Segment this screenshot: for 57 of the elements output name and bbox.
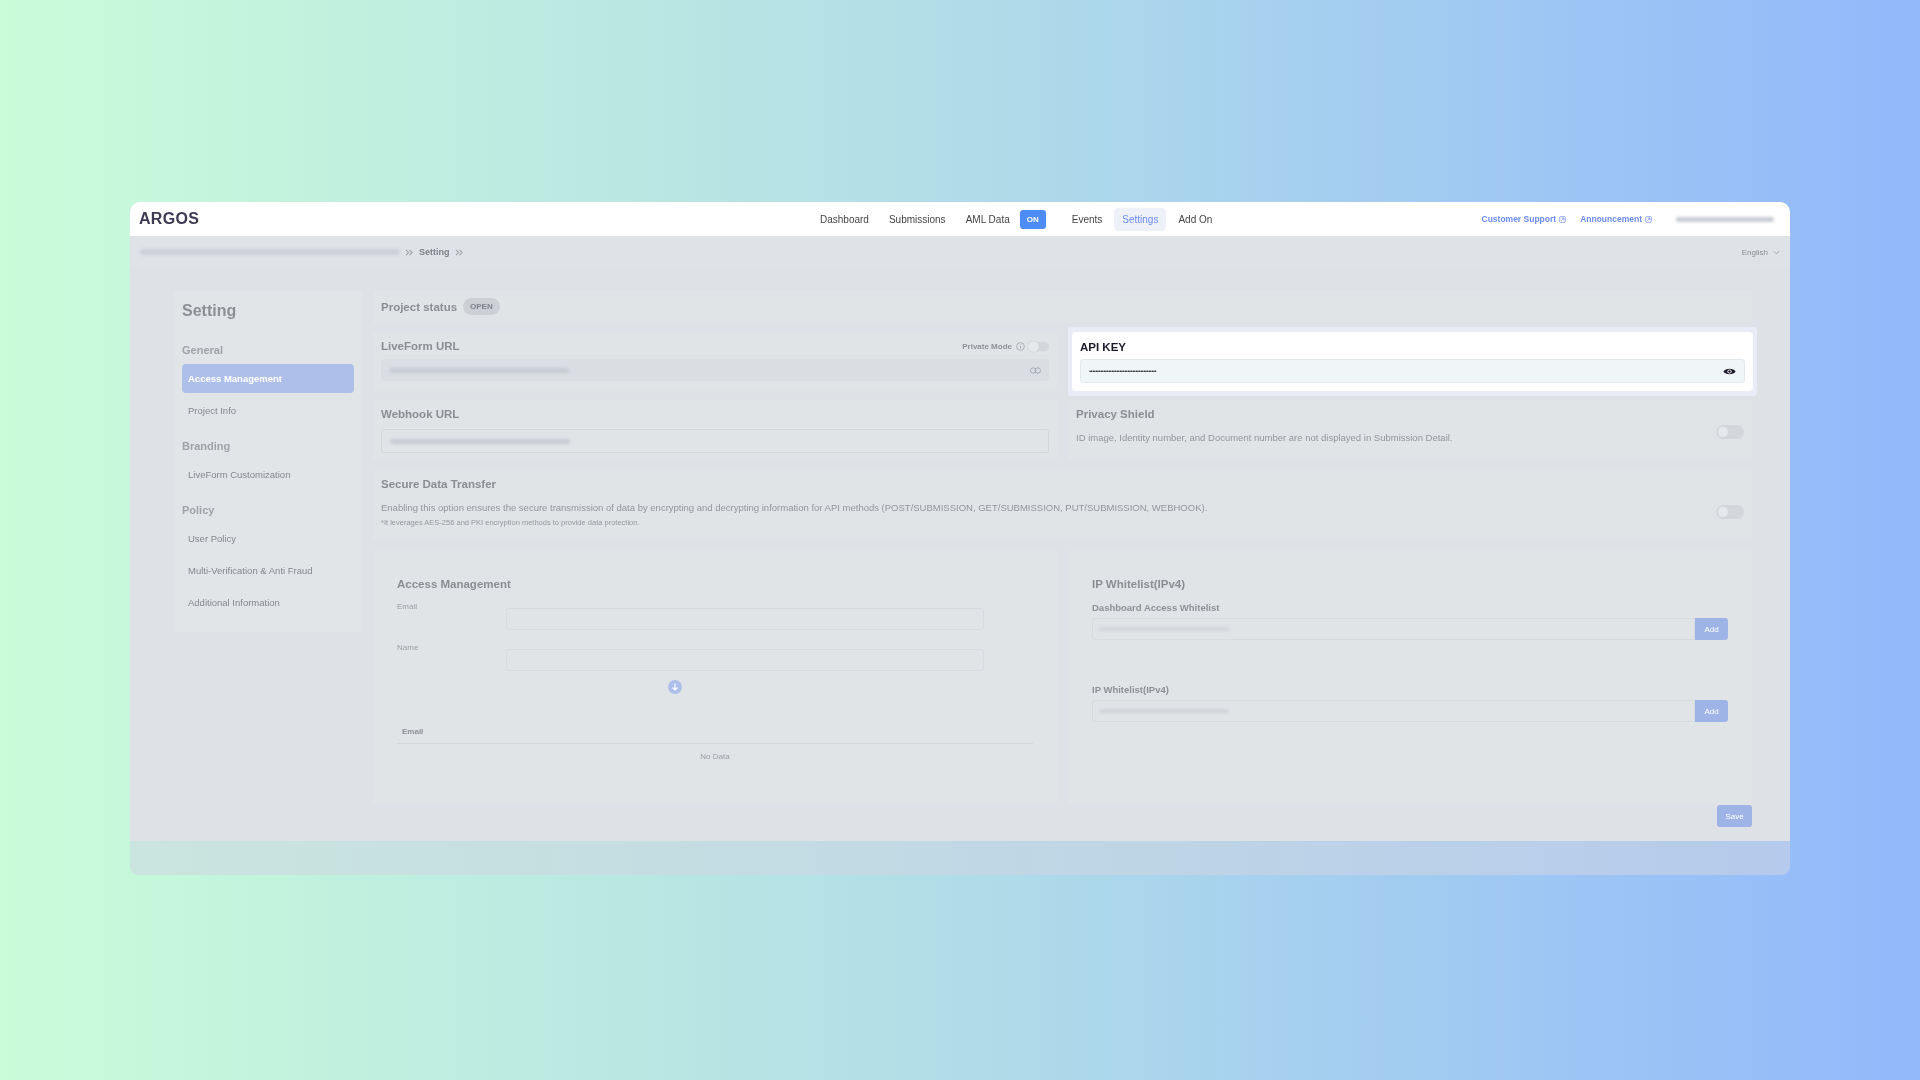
sidebar-item[interactable]: Project Info bbox=[182, 396, 354, 425]
nav-tab[interactable]: Dashboard bbox=[812, 207, 877, 231]
nav-tab[interactable]: Events bbox=[1063, 207, 1111, 231]
logo[interactable]: ARGOS bbox=[139, 210, 200, 228]
save-button[interactable]: Save bbox=[1717, 805, 1752, 827]
nav-tab[interactable]: Submissions bbox=[880, 207, 954, 231]
empty-message: No Data bbox=[700, 752, 730, 761]
card-title: Project status bbox=[381, 300, 458, 313]
field-label: Email bbox=[397, 602, 418, 611]
status-badge: ON bbox=[1019, 209, 1046, 229]
field-label: Name bbox=[397, 643, 420, 652]
card-title: Privacy Shield bbox=[1076, 408, 1156, 420]
panel-title: Access Management bbox=[397, 578, 512, 590]
sidebar-group-label: General bbox=[182, 344, 223, 356]
header-link[interactable]: Customer Support bbox=[1481, 214, 1567, 224]
sidebar-item[interactable]: LiveForm Customization bbox=[182, 460, 354, 489]
sidebar-group-label: Policy bbox=[182, 504, 215, 516]
link-icon[interactable] bbox=[1030, 366, 1041, 374]
nav-tab[interactable]: Settings bbox=[1114, 207, 1167, 231]
arrow-down-icon[interactable] bbox=[668, 680, 682, 694]
private-mode-toggle[interactable] bbox=[1029, 341, 1049, 351]
card-title: API KEY bbox=[1080, 341, 1127, 353]
field-label: Dashboard Access Whitelist bbox=[1092, 602, 1221, 613]
chevron-icon bbox=[454, 248, 464, 256]
caret-icon bbox=[1773, 249, 1780, 255]
field-label: IP Whitelist(IPv4) bbox=[1092, 684, 1170, 695]
private-mode-label: Private Mode bbox=[962, 341, 1012, 351]
url-field[interactable] bbox=[381, 429, 1049, 453]
card-title: LiveForm URL bbox=[381, 340, 461, 352]
breadcrumb-current[interactable]: Setting bbox=[419, 247, 450, 257]
eye-icon[interactable] bbox=[1723, 366, 1736, 376]
external-link-icon bbox=[1559, 215, 1567, 223]
tag-input[interactable] bbox=[1092, 700, 1695, 722]
language-select[interactable]: English bbox=[1741, 247, 1768, 257]
description: Enabling this option ensures the secure transmission of data by encrypting and decrypting information for API methods (POST/SUBMISSION, GET/SUBMISSION, PUT/SUBMISSION, WEBHOOK). bbox=[381, 502, 1209, 513]
add-button[interactable]: Add bbox=[1695, 700, 1728, 722]
card-title: Secure Data Transfer bbox=[381, 478, 498, 490]
url-field[interactable] bbox=[381, 359, 1049, 381]
sidebar-title: Setting bbox=[182, 302, 237, 320]
card-title: Webhook URL bbox=[381, 408, 461, 420]
tag-input[interactable] bbox=[1092, 618, 1695, 640]
sidebar-group-label: Branding bbox=[182, 440, 231, 452]
info-icon bbox=[1016, 341, 1025, 351]
add-button[interactable]: Add bbox=[1695, 618, 1728, 640]
external-link-icon bbox=[1645, 215, 1652, 223]
column-header: Email bbox=[402, 727, 424, 736]
sidebar-item[interactable]: Multi-Verification & Anti Fraud bbox=[182, 556, 354, 585]
sidebar-item[interactable]: Additional Information bbox=[182, 588, 354, 617]
nav-tab[interactable]: Add On bbox=[1170, 207, 1221, 231]
chevron-icon bbox=[405, 248, 414, 256]
sidebar-item[interactable]: User Policy bbox=[182, 524, 354, 553]
sidebar-item[interactable]: Access Management bbox=[182, 364, 354, 393]
panel-title: IP Whitelist(IPv4) bbox=[1092, 578, 1187, 590]
status-badge: OPEN bbox=[463, 298, 500, 315]
header-link[interactable]: Announcement bbox=[1580, 214, 1652, 224]
nav-tab[interactable]: AML Data bbox=[957, 207, 1018, 231]
description: ID image, Identity number, and Document number are not displayed in Submission Detail. bbox=[1076, 432, 1454, 443]
